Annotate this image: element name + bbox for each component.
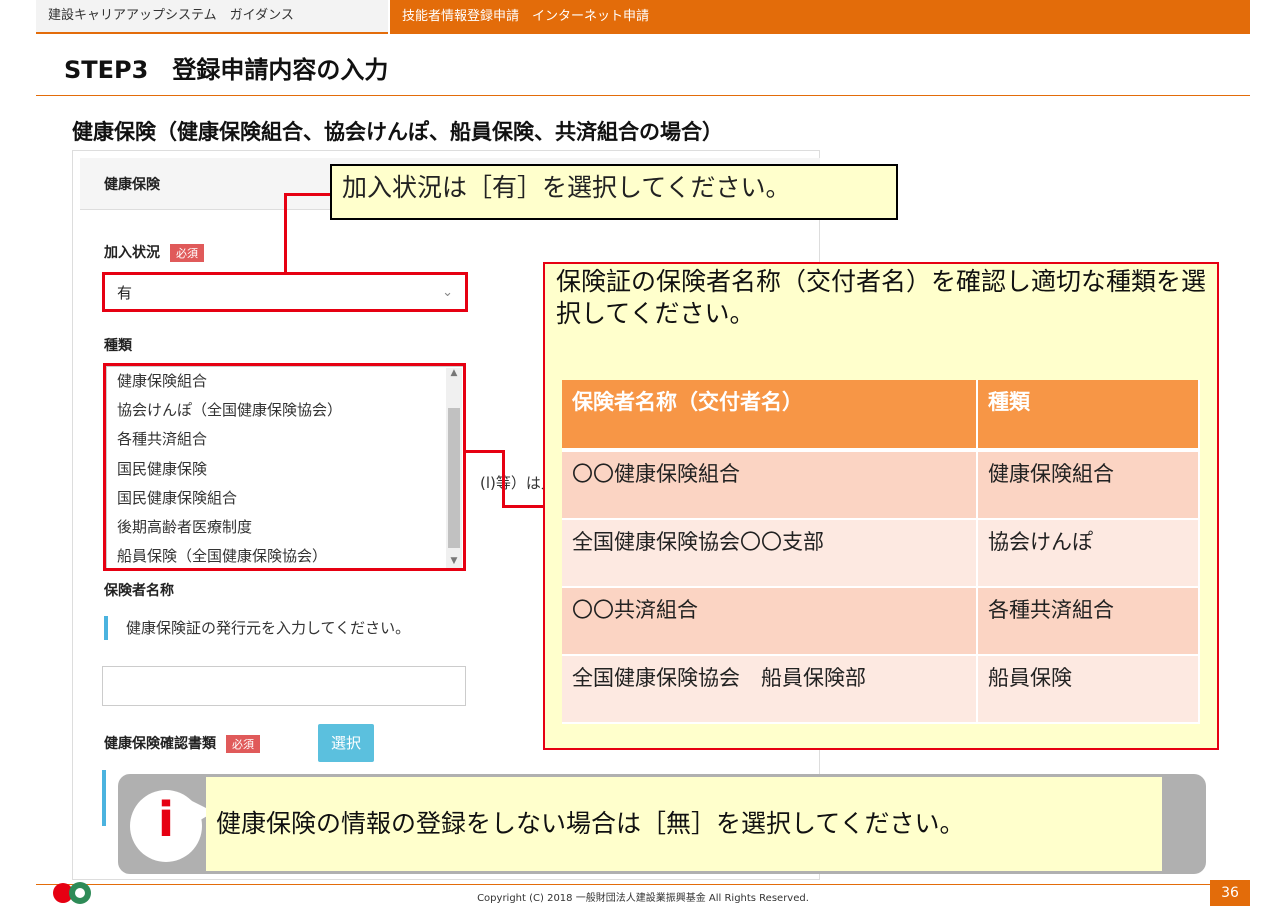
table-cell: 〇〇健康保険組合 (562, 450, 978, 520)
title-divider (36, 95, 1250, 96)
table-header: 保険者名称（交付者名） (562, 380, 978, 452)
connector-line (284, 193, 287, 273)
enrollment-label-text: 加入状況 (104, 245, 160, 261)
connector-line (466, 450, 504, 453)
connector-line (284, 193, 332, 196)
footer-divider (36, 884, 1250, 885)
panel-title: 健康保険 (104, 177, 160, 193)
table-row: 〇〇健康保険組合 健康保険組合 (562, 450, 1200, 520)
table-cell: 各種共済組合 (977, 587, 1200, 656)
enrollment-highlight (102, 272, 468, 312)
connector-line (502, 505, 544, 508)
required-badge: 必須 (226, 735, 260, 753)
table-row: 〇〇共済組合 各種共済組合 (562, 587, 1200, 656)
certificate-hint-bar (102, 770, 106, 826)
table-cell: 協会けんぽ (977, 519, 1200, 588)
table-row: 全国健康保険協会〇〇支部 協会けんぽ (562, 519, 1200, 588)
certificate-label: 健康保険確認書類 必須 (104, 733, 260, 753)
insurer-label: 保険者名称 (104, 583, 174, 599)
insurer-input[interactable] (102, 666, 466, 706)
step-title: STEP3 登録申請内容の入力 (64, 56, 389, 84)
table-cell: 船員保険 (977, 655, 1200, 724)
table-row: 全国健康保険協会 船員保険部 船員保険 (562, 655, 1200, 724)
type-callout-text: 保険証の保険者名称（交付者名）を確認し適切な種類を選択してください。 (556, 267, 1207, 328)
header-left-title: 建設キャリアアップシステム ガイダンス (36, 0, 388, 34)
table-cell: 健康保険組合 (977, 450, 1200, 520)
required-badge: 必須 (170, 244, 204, 262)
copyright: Copyright (C) 2018 一般財団法人建設業振興基金 All Rig… (477, 893, 809, 904)
connector-line (502, 450, 505, 508)
insurer-type-table: 保険者名称（交付者名） 種類 〇〇健康保険組合 健康保険組合 全国健康保険協会〇… (562, 380, 1200, 724)
enrollment-label: 加入状況 必須 (104, 242, 204, 262)
table-cell: 〇〇共済組合 (562, 587, 978, 656)
enrollment-callout: 加入状況は［有］を選択してください。 (330, 164, 898, 220)
insurer-hint: 健康保険証の発行元を入力してください。 (104, 616, 474, 640)
type-highlight (103, 363, 466, 571)
info-banner-text: 健康保険の情報の登録をしない場合は［無］を選択してください。 (206, 777, 1162, 871)
table-header: 種類 (977, 380, 1200, 452)
table-cell: 全国健康保険協会 船員保険部 (562, 655, 978, 724)
info-icon: i (157, 792, 175, 848)
certificate-label-text: 健康保険確認書類 (104, 736, 216, 752)
type-label: 種類 (104, 338, 132, 354)
table-cell: 全国健康保険協会〇〇支部 (562, 519, 978, 588)
section-title: 健康保険（健康保険組合、協会けんぽ、船員保険、共済組合の場合） (72, 120, 723, 144)
table-header-row: 保険者名称（交付者名） 種類 (562, 380, 1200, 452)
page-number: 36 (1210, 880, 1250, 906)
certificate-select-button[interactable]: 選択 (318, 724, 374, 762)
header-right-title: 技能者情報登録申請 インターネット申請 (390, 0, 1250, 34)
